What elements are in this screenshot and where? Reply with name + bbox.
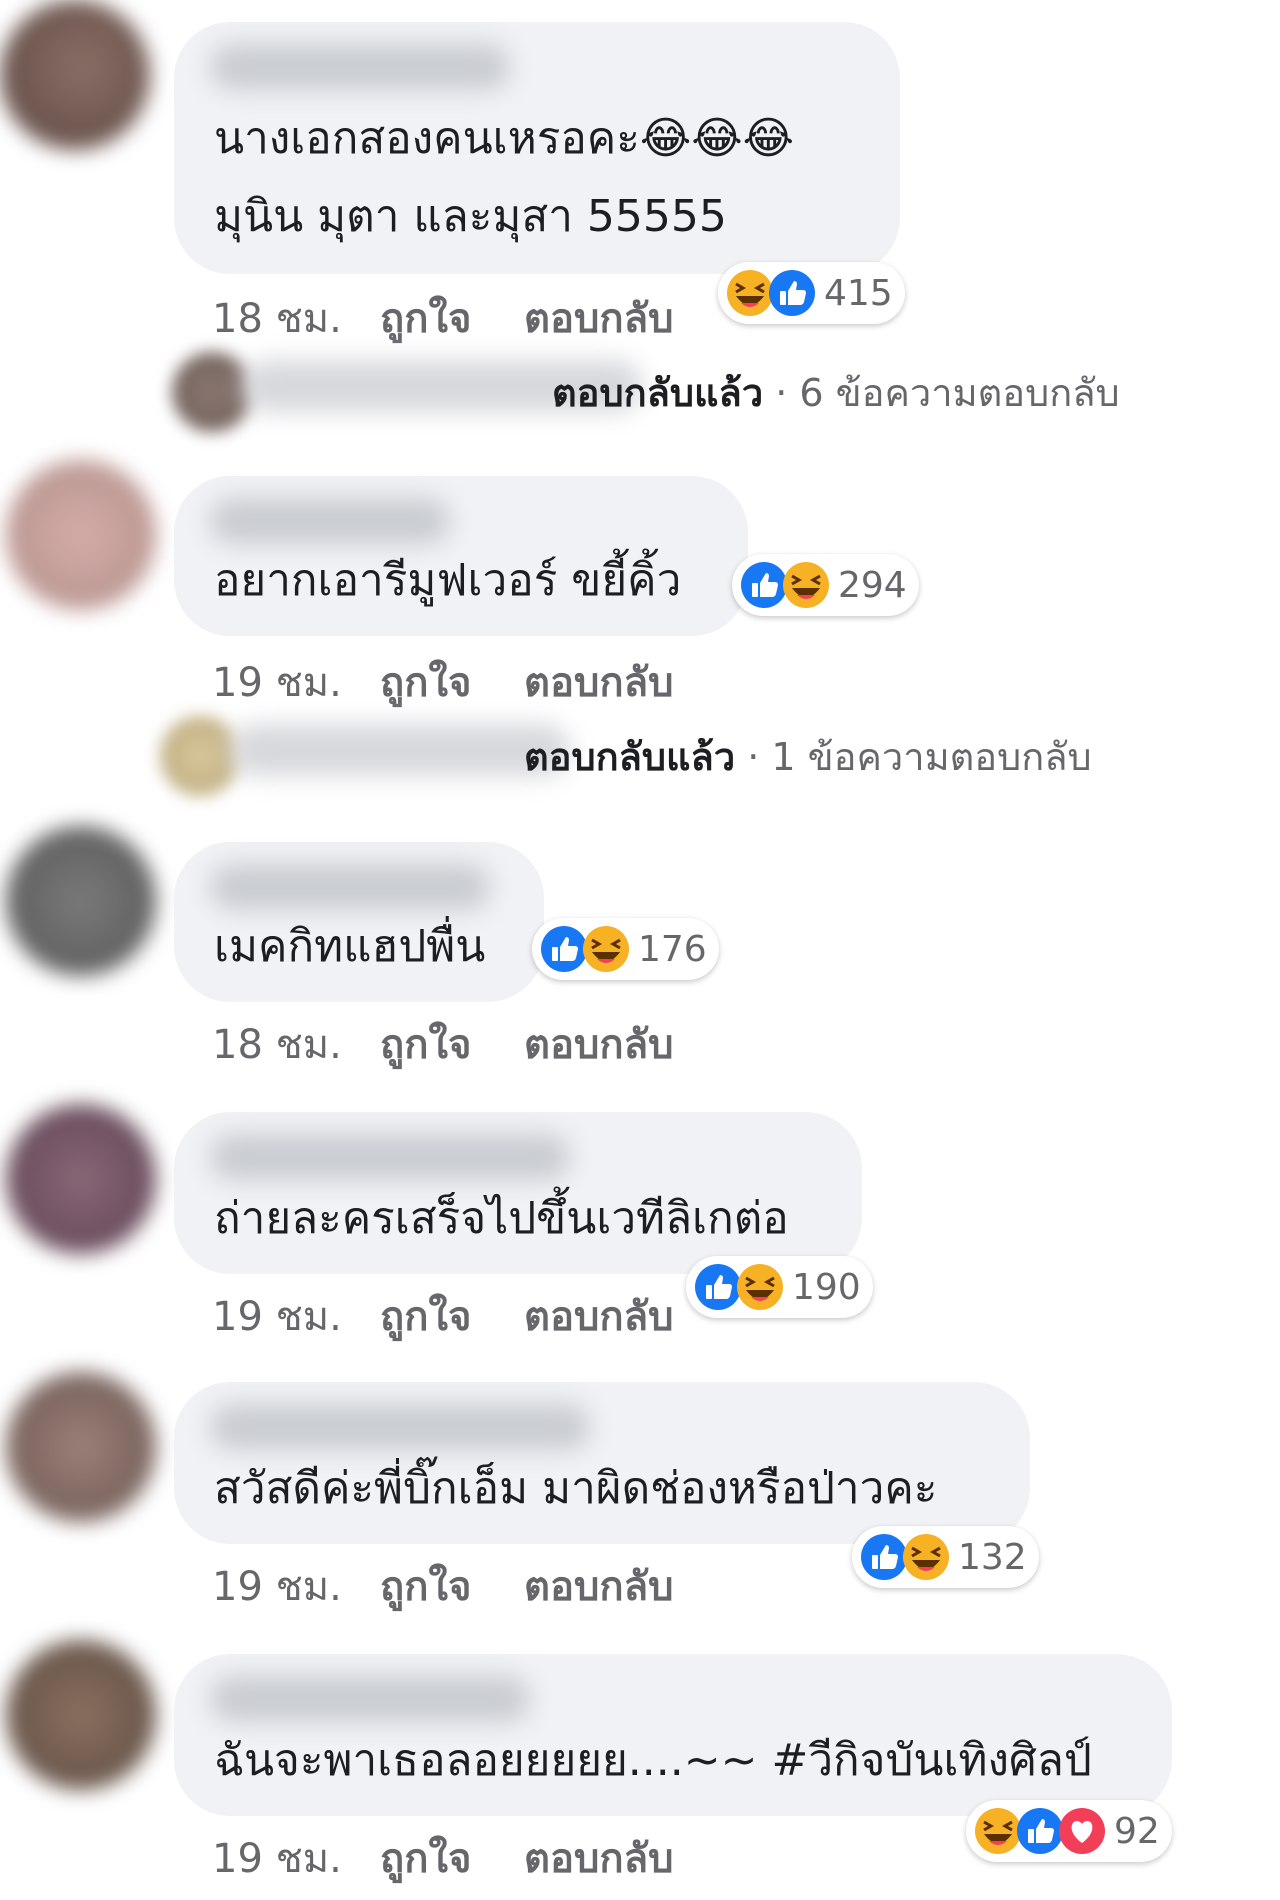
comment-timestamp[interactable]: 18 ชม. (212, 286, 342, 350)
commenter-name-blurred[interactable] (210, 1134, 570, 1180)
like-link[interactable]: ถูกใจ (380, 1554, 471, 1618)
replied-label: ตอบกลับแล้ว (524, 735, 736, 779)
commenter-avatar[interactable] (0, 0, 150, 150)
comment-text: เมคกิทแฮปพื่น (214, 921, 486, 972)
commenter-name-blurred[interactable] (210, 498, 450, 544)
comment-bubble: นางเอกสองคนเหรอคะ😂😂😂 มุนิน มุตา และมุสา … (174, 22, 900, 274)
like-link[interactable]: ถูกใจ (380, 286, 471, 350)
reply-link[interactable]: ตอบกลับ (524, 286, 674, 350)
replied-label: ตอบกลับแล้ว (552, 371, 764, 415)
like-link[interactable]: ถูกใจ (380, 650, 471, 714)
like-icon (741, 562, 787, 608)
comment-bubble: ถ่ายละครเสร็จไปขึ้นเวทีลิเกต่อ (174, 1112, 862, 1274)
dot-separator: · (775, 371, 800, 415)
commenter-avatar[interactable] (6, 1372, 156, 1522)
comment-text: นางเอกสองคนเหรอคะ😂😂😂 (214, 113, 795, 164)
haha-icon (783, 562, 829, 608)
commenter-name-blurred[interactable] (210, 1404, 590, 1450)
comment-bubble: เมคกิทแฮปพื่น (174, 842, 544, 1002)
reply-link[interactable]: ตอบกลับ (524, 1826, 674, 1890)
like-icon (541, 926, 587, 972)
replies-summary[interactable]: ตอบกลับแล้ว · 6 ข้อความตอบกลับ (172, 342, 1132, 432)
comment-timestamp[interactable]: 19 ชม. (212, 1284, 342, 1348)
reaction-count: 294 (838, 564, 907, 606)
haha-icon (583, 926, 629, 972)
love-icon (1059, 1808, 1105, 1854)
reaction-count: 190 (792, 1266, 861, 1308)
comment-text: อยากเอารีมูฟเวอร์ ขยี้คิ้ว (214, 555, 682, 606)
reaction-count: 92 (1114, 1810, 1160, 1852)
comment-bubble: สวัสดีค่ะพี่บิ๊กเอ็ม มาผิดช่องหรือป่าวคะ (174, 1382, 1030, 1544)
reaction-summary[interactable]: 92 (966, 1800, 1172, 1862)
replies-summary-text: ตอบกลับแล้ว · 1 ข้อความตอบกลับ (524, 726, 1092, 787)
like-link[interactable]: ถูกใจ (380, 1284, 471, 1348)
commenter-name-blurred[interactable] (210, 44, 510, 90)
commenter-avatar[interactable] (6, 460, 156, 610)
commenter-avatar[interactable] (6, 826, 156, 976)
like-link[interactable]: ถูกใจ (380, 1012, 471, 1076)
haha-icon (727, 270, 773, 316)
haha-icon (903, 1534, 949, 1580)
reaction-summary[interactable]: 415 (718, 262, 905, 324)
commenter-avatar[interactable] (6, 1104, 156, 1254)
comment-text: มุนิน มุตา และมุสา 55555 (214, 191, 727, 242)
comment-timestamp[interactable]: 19 ชม. (212, 1554, 342, 1618)
comment-text: สวัสดีค่ะพี่บิ๊กเอ็ม มาผิดช่องหรือป่าวคะ (214, 1463, 938, 1514)
dot-separator: · (747, 735, 772, 779)
comment-timestamp[interactable]: 19 ชม. (212, 1826, 342, 1890)
replier-avatar (172, 352, 252, 432)
reaction-count: 132 (958, 1536, 1027, 1578)
reply-count-text: 1 ข้อความตอบกลับ (771, 735, 1092, 779)
comment-text: ถ่ายละครเสร็จไปขึ้นเวทีลิเกต่อ (214, 1193, 789, 1244)
commenter-avatar[interactable] (6, 1640, 156, 1790)
reply-link[interactable]: ตอบกลับ (524, 650, 674, 714)
comment-text: ฉันจะพาเธอลอยยยยย....~~ #วีกิจบันเทิงศิล… (214, 1735, 1092, 1786)
reply-link[interactable]: ตอบกลับ (524, 1012, 674, 1076)
haha-icon (975, 1808, 1021, 1854)
reaction-summary[interactable]: 176 (532, 918, 719, 980)
reply-link[interactable]: ตอบกลับ (524, 1284, 674, 1348)
reply-count-text: 6 ข้อความตอบกลับ (799, 371, 1120, 415)
reaction-count: 415 (824, 272, 893, 314)
like-icon (695, 1264, 741, 1310)
comment-bubble: ฉันจะพาเธอลอยยยยย....~~ #วีกิจบันเทิงศิล… (174, 1654, 1172, 1816)
comment-bubble: อยากเอารีมูฟเวอร์ ขยี้คิ้ว (174, 476, 748, 636)
reaction-summary[interactable]: 132 (852, 1526, 1039, 1588)
comment-timestamp[interactable]: 18 ชม. (212, 1012, 342, 1076)
comment-timestamp[interactable]: 19 ชม. (212, 650, 342, 714)
like-link[interactable]: ถูกใจ (380, 1826, 471, 1890)
reaction-summary[interactable]: 294 (732, 554, 919, 616)
reaction-count: 176 (638, 928, 707, 970)
replier-avatar (160, 716, 240, 796)
replier-name-blurred (230, 724, 570, 776)
commenter-name-blurred[interactable] (210, 1676, 530, 1722)
reaction-summary[interactable]: 190 (686, 1256, 873, 1318)
replies-summary[interactable]: ตอบกลับแล้ว · 1 ข้อความตอบกลับ (160, 706, 1120, 796)
commenter-name-blurred[interactable] (210, 864, 490, 910)
like-icon (1017, 1808, 1063, 1854)
like-icon (769, 270, 815, 316)
haha-icon (737, 1264, 783, 1310)
reply-link[interactable]: ตอบกลับ (524, 1554, 674, 1618)
like-icon (861, 1534, 907, 1580)
replies-summary-text: ตอบกลับแล้ว · 6 ข้อความตอบกลับ (552, 362, 1120, 423)
